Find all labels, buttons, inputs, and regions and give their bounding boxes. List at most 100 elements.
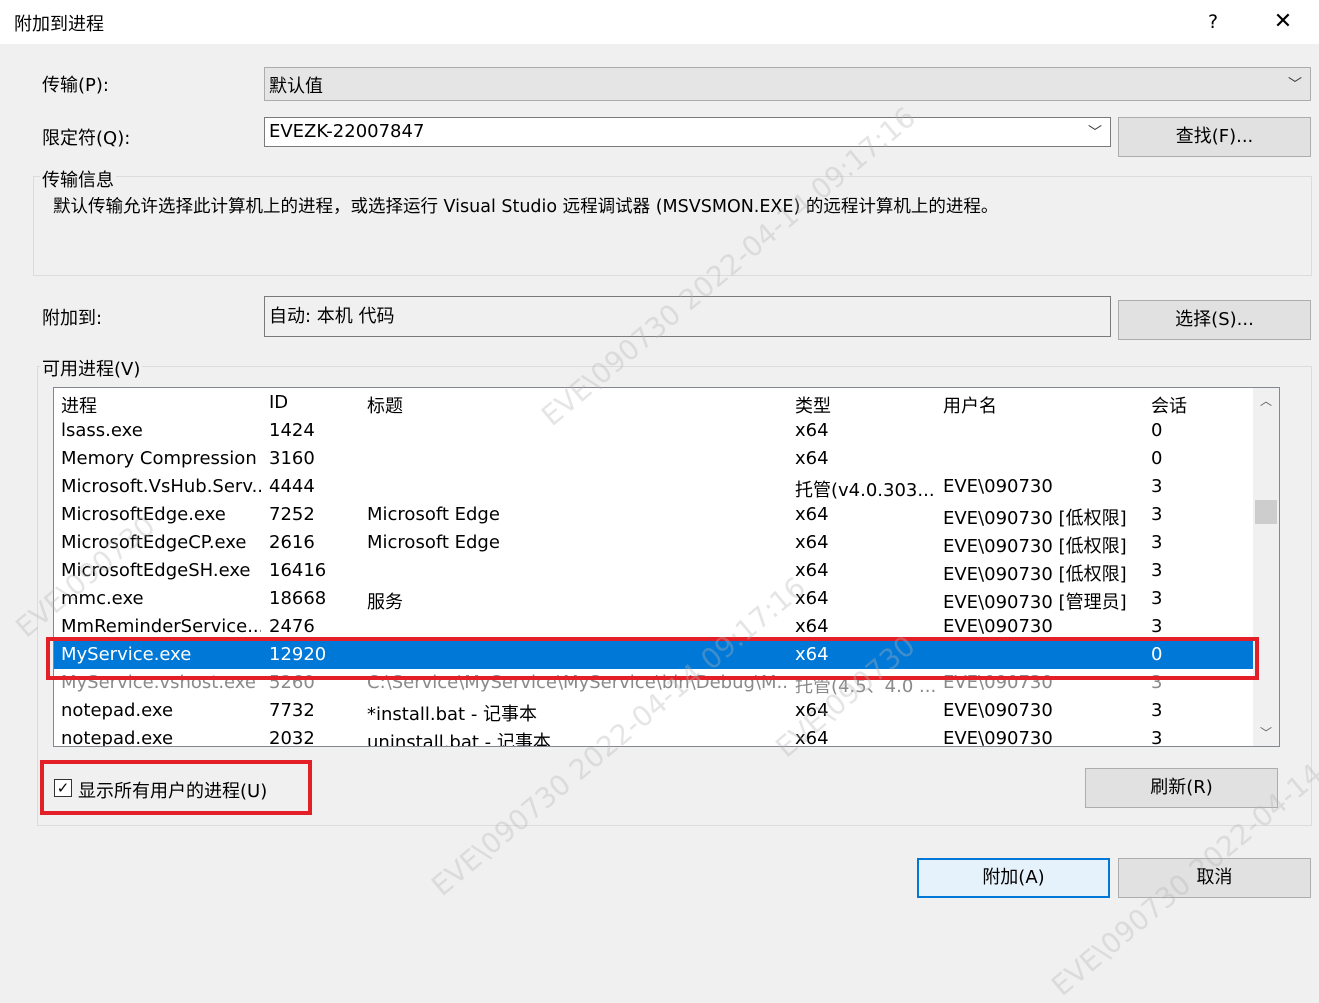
scroll-down-icon[interactable]: ﹀ (1253, 720, 1279, 746)
find-button-label: 查找(F)... (1175, 126, 1254, 147)
cell-process: lsass.exe (61, 420, 143, 441)
cell-type: x64 (795, 448, 829, 469)
show-all-users-label[interactable]: 显示所有用户的进程(U) (78, 777, 267, 803)
cell-title: uninstall.bat - 记事本 (367, 732, 551, 747)
cell-session: 3 (1151, 700, 1163, 721)
available-processes-title: 可用进程(V) (40, 355, 143, 381)
cell-type: x64 (795, 700, 829, 721)
cell-username: EVE\090730 (943, 616, 1053, 637)
transport-value: 默认值 (269, 76, 323, 97)
select-button-label: 选择(S)... (1175, 309, 1254, 330)
cancel-button[interactable]: 取消 (1118, 858, 1311, 898)
qualifier-label: 限定符(Q): (42, 128, 131, 149)
attach-to-field: 自动: 本机 代码 (264, 296, 1111, 337)
checkmark-icon: ✓ (56, 779, 70, 797)
cell-id: 1424 (269, 420, 315, 441)
cell-username: EVE\090730 (943, 728, 1053, 747)
table-row[interactable]: MicrosoftEdgeCP.exe 2616 Microsoft Edge x64… (54, 529, 1254, 557)
cell-type: x64 (795, 728, 829, 747)
table-row[interactable]: mmc.exe 18668 服务 x64 EVE\090730 [管理员] 3 (54, 585, 1254, 613)
attach-to-value: 自动: 本机 代码 (269, 306, 395, 327)
process-list-header: 进程 ID 标题 类型 用户名 会话 (54, 389, 1254, 417)
chevron-down-icon[interactable]: ﹀ (1088, 122, 1102, 142)
cell-process: MicrosoftEdge.exe (61, 504, 226, 525)
title-bar: 附加到进程 ? ✕ (0, 0, 1319, 44)
refresh-button[interactable]: 刷新(R) (1085, 768, 1278, 808)
cell-session: 3 (1151, 476, 1163, 497)
cell-title: *install.bat - 记事本 (367, 704, 538, 725)
table-row[interactable]: MicrosoftEdgeSH.exe 16416 x64 EVE\090730 [低… (54, 557, 1254, 585)
table-row[interactable]: lsass.exe 1424 x64 0 (54, 417, 1254, 445)
cell-process: MicrosoftEdgeSH.exe (61, 560, 251, 581)
cell-session: 3 (1151, 504, 1163, 525)
attach-button-label: 附加(A) (982, 867, 1045, 888)
window-title: 附加到进程 (14, 14, 104, 35)
cell-process: MmReminderService.... (61, 616, 261, 637)
column-header-title[interactable]: 标题 (367, 392, 403, 418)
cell-username: EVE\090730 [管理员] (943, 592, 1127, 613)
column-header-type[interactable]: 类型 (795, 392, 831, 418)
transport-label: 传输(P): (42, 75, 109, 96)
cell-id: 7252 (269, 504, 315, 525)
transport-info-group (33, 176, 1312, 276)
cancel-button-label: 取消 (1196, 867, 1233, 888)
column-header-username[interactable]: 用户名 (943, 392, 997, 418)
cell-title: Microsoft Edge (367, 504, 500, 525)
close-button[interactable]: ✕ (1260, 4, 1306, 40)
cell-username: EVE\090730 (943, 700, 1053, 721)
show-all-users-checkbox[interactable]: ✓ (54, 779, 72, 797)
scrollbar-thumb[interactable] (1255, 500, 1277, 524)
cell-id: 16416 (269, 560, 327, 581)
qualifier-value: EVEZK-22007847 (269, 121, 425, 142)
process-list-scrollbar[interactable]: ︿ ﹀ (1253, 388, 1279, 746)
attach-button[interactable]: 附加(A) (917, 858, 1110, 898)
cell-type: 托管(v4.0.303... (795, 480, 935, 501)
transport-select[interactable]: 默认值 ﹀ (264, 67, 1311, 101)
table-row[interactable]: notepad.exe 7732 *install.bat - 记事本 x64 EVE\… (54, 697, 1254, 725)
cell-session: 3 (1151, 728, 1163, 747)
table-row[interactable]: MicrosoftEdge.exe 7252 Microsoft Edge x64 EV… (54, 501, 1254, 529)
scroll-up-icon[interactable]: ︿ (1253, 388, 1279, 414)
cell-process: Microsoft.VsHub.Serv... (61, 476, 261, 497)
table-row[interactable]: notepad.exe 2032 uninstall.bat - 记事本 x64 EVE… (54, 725, 1254, 747)
cell-type: x64 (795, 588, 829, 609)
process-list[interactable]: 进程 ID 标题 类型 用户名 会话 lsass.exe 1424 x64 0 Memo… (53, 387, 1280, 747)
cell-session: 3 (1151, 532, 1163, 553)
cell-process: MicrosoftEdgeCP.exe (61, 532, 247, 553)
column-header-id[interactable]: ID (269, 392, 288, 413)
selected-row-highlight (46, 637, 1259, 680)
table-row[interactable]: Microsoft.VsHub.Serv... 4444 托管(v4.0.303..… (54, 473, 1254, 501)
cell-id: 2616 (269, 532, 315, 553)
cell-username: EVE\090730 [低权限] (943, 508, 1127, 529)
cell-username: EVE\090730 (943, 476, 1053, 497)
column-header-session[interactable]: 会话 (1151, 392, 1187, 418)
cell-id: 18668 (269, 588, 327, 609)
cell-session: 3 (1151, 588, 1163, 609)
cell-type: x64 (795, 616, 829, 637)
cell-type: x64 (795, 532, 829, 553)
transport-info-text: 默认传输允许选择此计算机上的进程，或选择运行 Visual Studio 远程调… (53, 197, 999, 217)
cell-username: EVE\090730 [低权限] (943, 536, 1127, 557)
find-button[interactable]: 查找(F)... (1118, 117, 1311, 157)
cell-id: 2032 (269, 728, 315, 747)
help-button[interactable]: ? (1190, 4, 1236, 40)
select-button[interactable]: 选择(S)... (1118, 300, 1311, 340)
cell-username: EVE\090730 [低权限] (943, 564, 1127, 585)
table-row[interactable]: Memory Compression 3160 x64 0 (54, 445, 1254, 473)
column-header-process[interactable]: 进程 (61, 392, 97, 418)
cell-type: x64 (795, 420, 829, 441)
qualifier-combo[interactable]: EVEZK-22007847 ﹀ (264, 117, 1111, 147)
cell-type: x64 (795, 504, 829, 525)
cell-process: notepad.exe (61, 700, 174, 721)
cell-session: 3 (1151, 616, 1163, 637)
cell-process: notepad.exe (61, 728, 174, 747)
cell-session: 3 (1151, 560, 1163, 581)
cell-title: 服务 (367, 592, 403, 613)
cell-id: 3160 (269, 448, 315, 469)
close-icon: ✕ (1273, 9, 1293, 34)
cell-id: 7732 (269, 700, 315, 721)
attach-to-label: 附加到: (42, 308, 103, 329)
chevron-down-icon: ﹀ (1288, 77, 1302, 93)
cell-id: 4444 (269, 476, 315, 497)
cell-type: x64 (795, 560, 829, 581)
